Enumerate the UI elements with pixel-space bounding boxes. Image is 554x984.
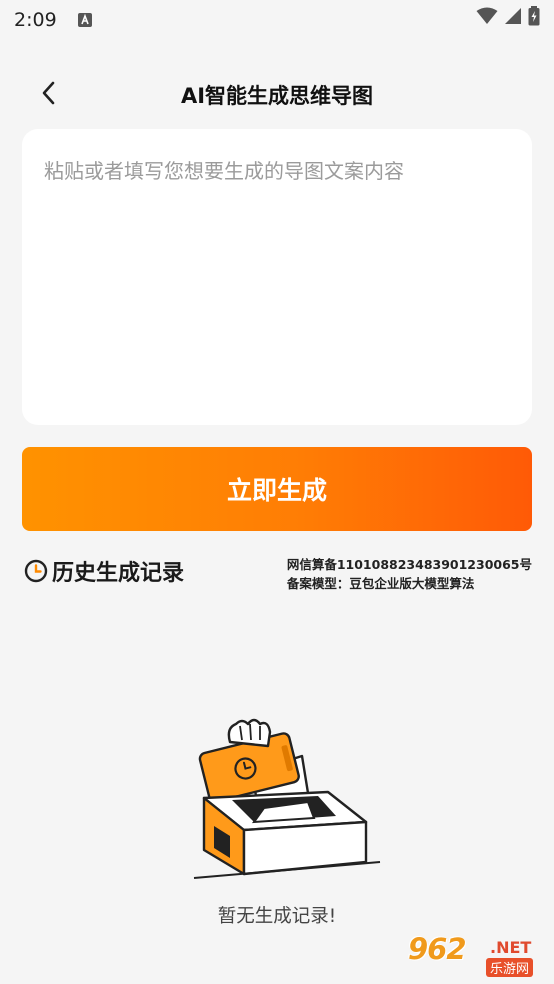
generate-now-button[interactable]: 立即生成 xyxy=(22,447,532,531)
status-bar: 2:09 xyxy=(0,0,554,40)
signal-icon xyxy=(505,8,521,24)
filing-model: 备案模型：豆包企业版大模型算法 xyxy=(286,576,475,591)
algorithm-filing-info: 网信算备110108823483901230065号 备案模型：豆包企业版大模型… xyxy=(287,555,532,593)
site-watermark: 962 .NET 乐游网 xyxy=(408,932,548,980)
watermark-sub: 乐游网 xyxy=(486,958,534,977)
battery-icon xyxy=(528,6,540,26)
empty-state-text: 暂无生成记录! xyxy=(217,906,337,927)
wifi-icon xyxy=(476,7,498,24)
history-title: 历史生成记录 xyxy=(52,561,185,586)
empty-box-illustration xyxy=(193,718,381,879)
filing-number: 网信算备110108823483901230065号 xyxy=(286,557,532,572)
watermark-main: 962 xyxy=(408,932,467,966)
status-time: 2:09 xyxy=(14,9,57,31)
nav-bar: AI智能生成思维导图 xyxy=(0,70,554,118)
notification-a-icon xyxy=(77,13,92,27)
content-textarea[interactable] xyxy=(22,129,532,425)
watermark-suffix: .NET xyxy=(490,938,532,957)
status-icons xyxy=(476,6,540,26)
history-header: 历史生成记录 xyxy=(24,555,184,587)
content-input-card xyxy=(22,129,532,425)
page-title: AI智能生成思维导图 xyxy=(180,84,374,108)
clock-icon xyxy=(24,559,48,583)
